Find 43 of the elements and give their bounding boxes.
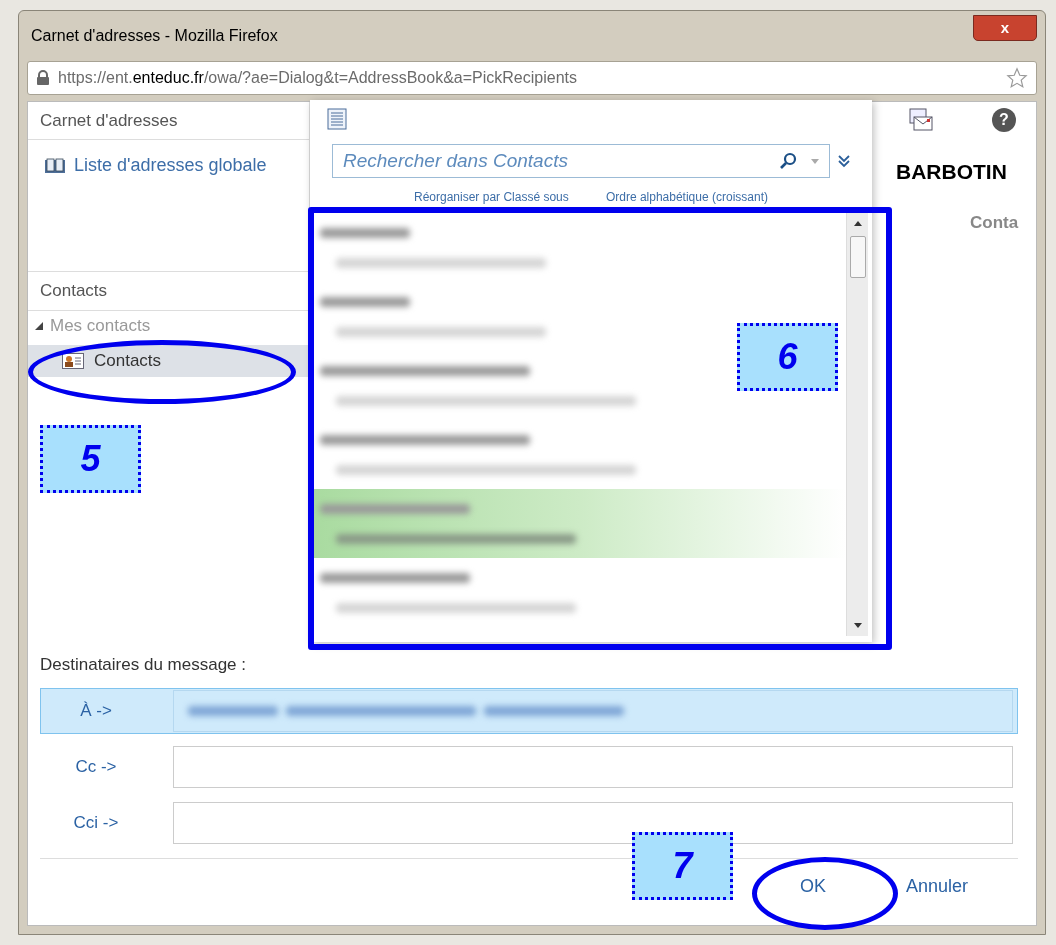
contacts-folder-item[interactable]: Contacts xyxy=(28,344,309,377)
contact-name: BARBOTIN xyxy=(896,159,1007,185)
double-chevron-icon[interactable] xyxy=(838,154,850,168)
recipient-type-button[interactable]: À -> xyxy=(41,697,151,724)
global-address-list-link[interactable]: Liste d'adresses globale xyxy=(74,152,267,179)
url-field[interactable]: https://ent.enteduc.fr/owa/?ae=Dialog&t=AddressBook&a=PickRecipients xyxy=(27,61,1037,95)
callout-number: 5 xyxy=(40,425,141,493)
book-icon xyxy=(44,157,66,174)
search-input[interactable]: Rechercher dans Contacts xyxy=(343,146,779,176)
sort-link[interactable]: Réorganiser par Classé sous xyxy=(414,188,569,206)
callout-number: 6 xyxy=(737,323,838,391)
close-button[interactable]: x xyxy=(973,15,1037,41)
section-label: Conta xyxy=(970,211,1019,234)
scroll-up-arrow-icon[interactable] xyxy=(853,221,862,226)
star-icon[interactable] xyxy=(1006,67,1028,89)
list-icon[interactable] xyxy=(326,108,348,130)
recipient-field[interactable] xyxy=(173,801,1013,844)
cancel-button[interactable]: Annuler xyxy=(869,866,1004,907)
recipient-type-button[interactable]: Cc -> xyxy=(41,753,151,780)
recipients-label: Destinataires du message : xyxy=(40,654,247,676)
scrollbar-thumb[interactable] xyxy=(849,236,866,278)
window-title: Carnet d'adresses - Mozilla Firefox xyxy=(31,26,278,46)
scrollbar[interactable] xyxy=(846,213,868,636)
expanded-triangle-icon[interactable] xyxy=(34,320,44,331)
recipient-field[interactable] xyxy=(173,745,1013,788)
ok-button[interactable]: OK xyxy=(763,866,862,907)
scroll-down-arrow-icon[interactable] xyxy=(853,623,862,628)
pane-header: Contacts xyxy=(40,280,108,303)
recipient-type-button[interactable]: Cci -> xyxy=(41,809,151,836)
padlock-icon xyxy=(36,70,50,86)
search-field[interactable]: Rechercher dans Contacts xyxy=(332,144,830,178)
sort-order-link[interactable]: Ordre alphabétique (croissant) xyxy=(605,188,768,206)
contact-card-icon xyxy=(62,352,84,369)
envelope-card-icon[interactable] xyxy=(908,108,934,132)
callout-number: 7 xyxy=(632,832,733,900)
pane-header: Carnet d'adresses xyxy=(40,109,178,132)
recipient-row[interactable]: À -> xyxy=(40,687,1018,734)
dropdown-caret-icon[interactable] xyxy=(811,158,819,164)
recipient-row[interactable]: Cc -> xyxy=(40,743,1018,790)
url-text: https://ent.enteduc.fr/owa/?ae=Dialog&t=AddressBook&a=PickRecipients xyxy=(58,68,577,88)
recipient-field[interactable] xyxy=(173,689,1013,732)
help-button[interactable]: ? xyxy=(992,108,1016,132)
search-icon[interactable] xyxy=(779,152,797,170)
